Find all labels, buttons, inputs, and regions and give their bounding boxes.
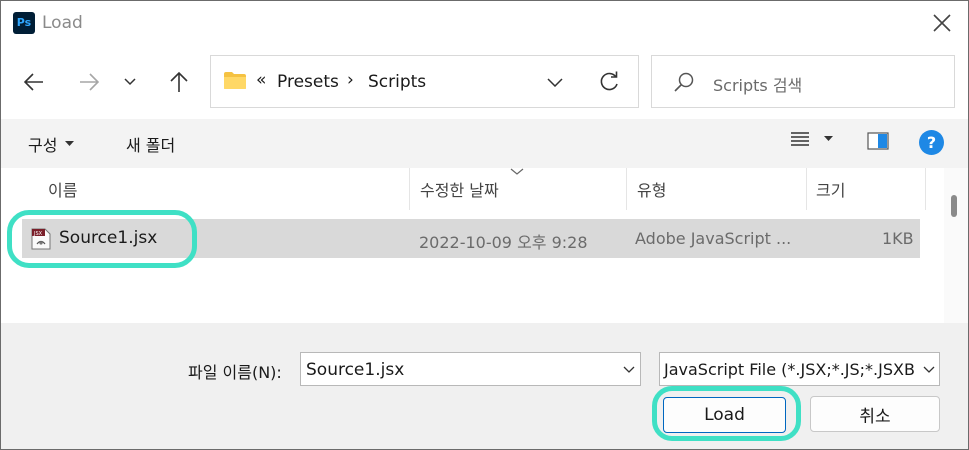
preview-pane-button[interactable]	[867, 132, 889, 150]
chevron-down-icon	[623, 366, 635, 373]
breadcrumb-separator[interactable]: ›	[347, 70, 354, 90]
column-header-date-modified[interactable]: 수정한 날짜	[420, 177, 499, 201]
scrollbar-thumb[interactable]	[951, 195, 957, 217]
file-name-combobox[interactable]: Source1.jsx	[300, 352, 641, 386]
address-history-dropdown[interactable]	[543, 74, 567, 90]
photoshop-app-icon: Ps	[13, 12, 35, 34]
address-bar[interactable]: « Presets › Scripts	[210, 55, 639, 108]
organize-menu[interactable]: 구성	[28, 132, 75, 156]
column-header-size[interactable]: 크기	[816, 177, 845, 201]
refresh-icon	[600, 71, 618, 91]
dropdown-triangle-icon	[824, 136, 833, 141]
breadcrumb-overflow[interactable]: «	[256, 70, 266, 90]
file-name-label: 파일 이름(N):	[188, 363, 282, 382]
file-date-cell: 2022-10-09 오후 9:28	[419, 233, 588, 252]
list-view-icon	[791, 132, 809, 146]
jsx-file-icon-label: JSX	[33, 231, 43, 237]
breadcrumb-presets[interactable]: Presets	[277, 72, 339, 92]
arrow-left-icon	[24, 73, 43, 91]
search-box[interactable]: Scripts 검색	[651, 55, 955, 108]
file-type-dropdown-arrow[interactable]	[918, 353, 939, 385]
column-header-row: 이름 수정한 날짜 유형 크기	[0, 168, 944, 210]
arrow-right-icon	[80, 73, 99, 91]
file-name-cell: Source1.jsx	[59, 228, 158, 248]
new-folder-button[interactable]: 새 폴더	[126, 132, 175, 156]
chevron-down-icon	[923, 366, 935, 373]
forward-button[interactable]	[72, 65, 106, 99]
jsx-file-icon: JSX	[31, 228, 51, 250]
file-row-selected[interactable]: JSX Source1.jsx 2022-10-09 오후 9:28 Adobe…	[22, 219, 920, 258]
close-button[interactable]	[922, 4, 962, 42]
breadcrumb-scripts[interactable]: Scripts	[368, 72, 426, 92]
cancel-button[interactable]: 취소	[810, 396, 940, 432]
sort-chevron-icon	[510, 168, 524, 175]
column-header-name[interactable]: 이름	[48, 177, 77, 201]
file-type-cell: Adobe JavaScript ...	[635, 229, 792, 248]
column-divider[interactable]	[409, 168, 410, 210]
column-header-type[interactable]: 유형	[637, 177, 666, 201]
title-bar	[0, 0, 969, 48]
file-name-input[interactable]: Source1.jsx	[306, 360, 404, 380]
chevron-down-icon	[547, 77, 563, 87]
preview-pane-icon	[867, 132, 889, 150]
dropdown-triangle-icon	[65, 141, 75, 146]
search-input[interactable]: Scripts 검색	[713, 72, 802, 96]
folder-icon	[224, 72, 246, 89]
file-type-value: JavaScript File (*.JSX;*.JS;*.JSXB	[664, 360, 915, 379]
help-button[interactable]: ?	[919, 130, 944, 155]
search-icon	[674, 72, 694, 92]
file-type-select[interactable]: JavaScript File (*.JSX;*.JS;*.JSXB	[659, 352, 940, 386]
refresh-button[interactable]	[597, 70, 621, 94]
vertical-scrollbar[interactable]	[944, 168, 968, 323]
file-size-cell: 1KB	[882, 229, 914, 248]
back-button[interactable]	[17, 65, 51, 99]
column-divider[interactable]	[925, 168, 926, 210]
column-divider[interactable]	[626, 168, 627, 210]
column-divider[interactable]	[806, 168, 807, 210]
organize-label: 구성	[28, 136, 58, 155]
load-button[interactable]: Load	[663, 397, 786, 433]
up-button[interactable]	[162, 65, 196, 99]
view-options-button[interactable]	[790, 131, 833, 147]
close-icon	[933, 14, 951, 32]
chevron-down-icon	[124, 78, 136, 86]
recent-locations-button[interactable]	[115, 65, 145, 99]
window-title: Load	[42, 13, 83, 33]
arrow-up-icon	[170, 71, 188, 92]
